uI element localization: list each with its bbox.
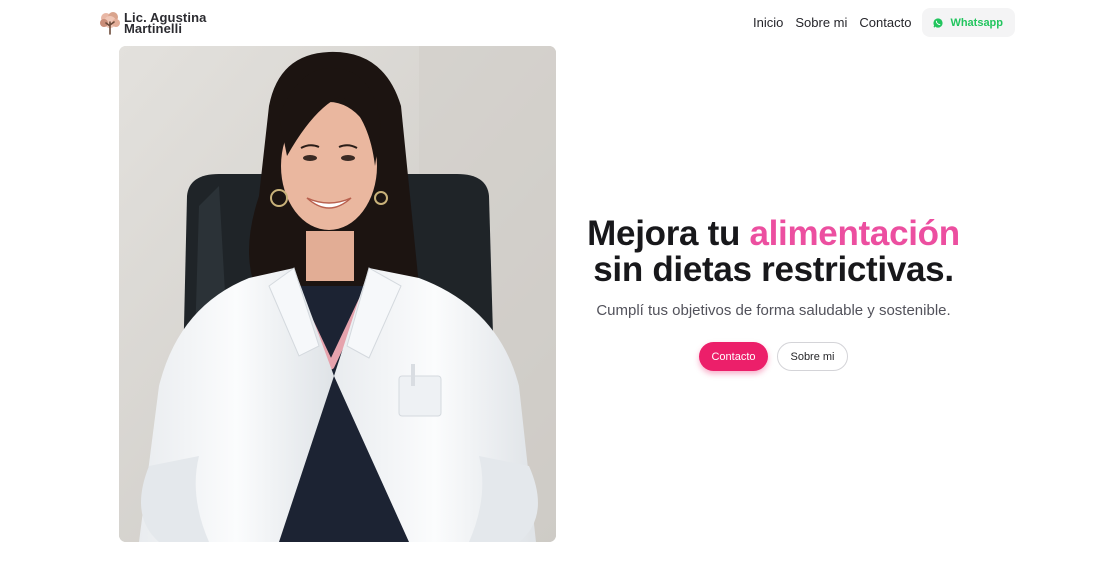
nav-link-inicio[interactable]: Inicio [753,15,783,30]
hero-title-accent: alimentación [749,214,960,253]
whatsapp-icon [933,17,944,28]
hero-subtitle: Cumplí tus objetivos de forma saludable … [596,302,951,319]
whatsapp-label: Whatsapp [950,16,1003,29]
nav-link-contacto[interactable]: Contacto [859,15,911,30]
cta-row: Contacto Sobre mi [556,342,991,371]
whatsapp-button[interactable]: Whatsapp [922,8,1015,37]
nav-link-sobre-mi[interactable]: Sobre mi [795,15,847,30]
main-nav: Inicio Sobre mi Contacto Whatsapp [753,8,1015,37]
brand-name: Lic. Agustina Martinelli [124,11,206,36]
contacto-button[interactable]: Contacto [699,342,768,371]
tree-logo-icon [100,12,120,35]
brand-name-line2: Martinelli [124,21,183,36]
hero-photo [119,46,556,542]
landing-page: Lic. Agustina Martinelli Inicio Sobre mi… [0,0,1112,571]
hero-copy: Mejora tu alimentación sin dietas restri… [556,216,991,371]
nutritionist-portrait-image [119,46,556,542]
hero-title: Mejora tu alimentación sin dietas restri… [556,216,991,288]
hero-title-part2: sin dietas restrictivas. [593,250,954,289]
sobre-mi-button[interactable]: Sobre mi [777,342,848,371]
hero-title-part1: Mejora tu [587,214,750,253]
brand-logo-link[interactable]: Lic. Agustina Martinelli [99,10,206,36]
